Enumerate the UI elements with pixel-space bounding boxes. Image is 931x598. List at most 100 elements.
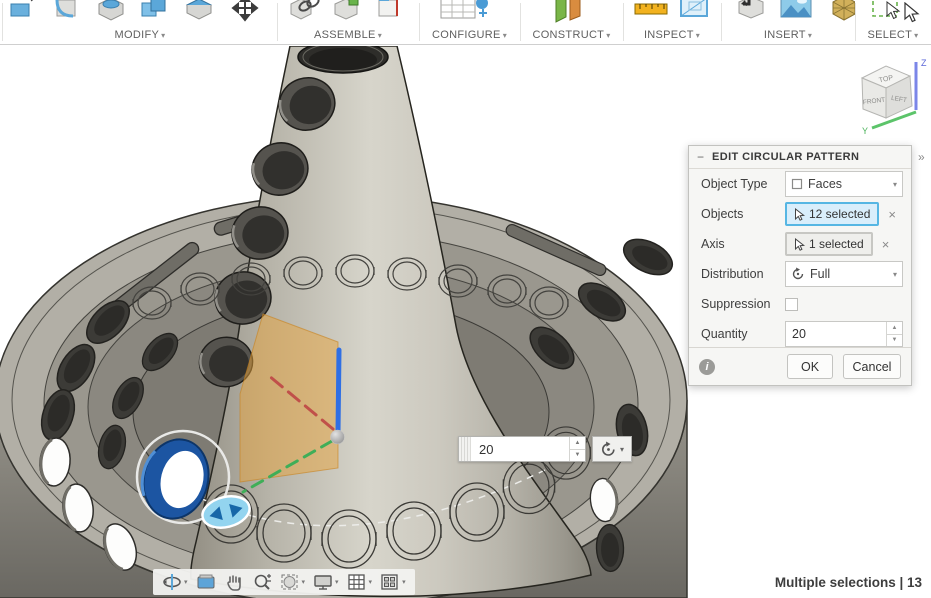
inspect-menu[interactable]: INSPECT▾	[623, 29, 721, 41]
view-cube[interactable]: TOP FRONT LEFT Z Y	[850, 54, 930, 140]
caret-down-icon: ▾	[161, 31, 165, 40]
modify-group-icons	[3, 0, 277, 23]
pan-button[interactable]	[221, 571, 247, 593]
object-type-label: Object Type	[701, 177, 785, 191]
expand-panel-icon[interactable]: »	[918, 150, 925, 164]
caret-down-icon: ▾	[402, 578, 406, 586]
cancel-button[interactable]: Cancel	[843, 354, 901, 379]
distribution-label: Distribution	[701, 267, 785, 281]
rotation-icon	[600, 441, 617, 458]
distribution-row: Distribution Full ▾	[689, 259, 911, 289]
axis-selection-chip[interactable]: 1 selected	[785, 232, 873, 256]
quantity-row: Quantity ▲ ▼	[689, 319, 911, 349]
objects-count: 12 selected	[809, 207, 870, 221]
new-component-icon[interactable]	[327, 0, 371, 23]
fusion-window: MODIFY▾ ASSEMBLE▾ CONFIGURE▾ CONSTRUCT▾	[0, 0, 931, 598]
assemble-menu[interactable]: ASSEMBLE▾	[277, 29, 419, 41]
configure-menu[interactable]: CONFIGURE▾	[419, 29, 520, 41]
objects-row: Objects 12 selected ×	[689, 199, 911, 229]
caret-down-icon: ▾	[808, 31, 812, 40]
suppression-row: Suppression	[689, 289, 911, 319]
construct-menu[interactable]: CONSTRUCT▾	[520, 29, 623, 41]
suppression-label: Suppression	[701, 297, 785, 311]
modify-menu[interactable]: MODIFY▾	[3, 29, 277, 41]
zoom-icon	[252, 573, 272, 591]
cursor-select-icon	[794, 238, 805, 251]
configure-group-icons	[419, 0, 520, 23]
viewports-button[interactable]: ▾	[377, 571, 409, 593]
pattern-axis[interactable]	[338, 350, 339, 432]
move-copy-icon[interactable]	[223, 0, 267, 23]
object-type-dropdown[interactable]: Faces ▾	[785, 171, 903, 197]
z-axis-label: Z	[921, 58, 927, 68]
select-menu[interactable]: SELECT▾	[855, 29, 931, 41]
fillet-icon[interactable]	[47, 0, 91, 23]
quantity-down-arrow[interactable]: ▼	[570, 450, 585, 462]
section-analysis-icon[interactable]	[675, 0, 719, 23]
insert-menu[interactable]: INSERT▾	[721, 29, 855, 41]
quantity-input[interactable]	[786, 322, 886, 346]
selection-status: Multiple selections | 13	[775, 575, 922, 590]
edit-circular-pattern-dialog: − EDIT CIRCULAR PATTERN » Object Type Fa…	[688, 145, 912, 386]
drag-grip[interactable]	[459, 437, 471, 461]
caret-down-icon: ▾	[378, 31, 382, 40]
configure-table-icon[interactable]	[437, 0, 499, 23]
3d-viewport[interactable]: TOP FRONT LEFT Z Y ▲ ▼ ▾	[0, 46, 931, 598]
fit-button[interactable]: ▾	[277, 571, 309, 593]
quantity-spin-up[interactable]: ▲	[887, 322, 902, 335]
object-type-row: Object Type Faces ▾	[689, 169, 911, 199]
rigid-group-icon[interactable]	[371, 0, 411, 23]
insert-derive-icon[interactable]	[729, 0, 775, 23]
distribution-type-button[interactable]: ▾	[592, 436, 632, 462]
display-settings-icon	[313, 573, 333, 591]
axis-label: Axis	[701, 237, 785, 251]
offset-face-icon[interactable]	[179, 0, 223, 23]
orbit-button[interactable]: ▾	[159, 571, 191, 593]
caret-down-icon: ▾	[893, 270, 897, 279]
measure-icon[interactable]	[631, 0, 675, 23]
objects-label: Objects	[701, 207, 785, 221]
cursor-select-icon	[794, 208, 805, 221]
inspect-group-icons	[623, 0, 721, 23]
clear-axis-icon[interactable]: ×	[882, 238, 890, 251]
clear-objects-icon[interactable]: ×	[888, 208, 896, 221]
assemble-group-icons	[277, 0, 419, 23]
quantity-up-arrow[interactable]: ▲	[570, 437, 585, 450]
pan-hand-icon	[224, 573, 244, 591]
quantity-value-input[interactable]	[471, 437, 569, 461]
look-at-button[interactable]	[193, 571, 219, 593]
caret-down-icon: ▾	[184, 578, 188, 586]
combine-icon[interactable]	[135, 0, 179, 23]
insert-group-icons	[721, 0, 855, 23]
dialog-header[interactable]: − EDIT CIRCULAR PATTERN	[689, 146, 911, 169]
grid-layout-button[interactable]: ▾	[344, 571, 376, 593]
origin-point	[331, 430, 345, 444]
joint-icon[interactable]	[283, 0, 327, 23]
caret-down-icon: ▾	[620, 445, 624, 454]
distribution-value: Full	[810, 267, 830, 281]
faces-icon	[791, 178, 803, 190]
orbit-icon	[162, 573, 182, 591]
construct-plane-icon[interactable]	[548, 0, 596, 23]
dialog-title: EDIT CIRCULAR PATTERN	[712, 151, 859, 163]
caret-down-icon: ▾	[369, 578, 373, 586]
press-pull-icon[interactable]	[3, 0, 47, 23]
viewports-icon	[380, 573, 400, 591]
quantity-field[interactable]: ▲ ▼	[785, 321, 903, 347]
zoom-button[interactable]	[249, 571, 275, 593]
caret-down-icon: ▾	[503, 31, 507, 40]
insert-mesh-icon[interactable]	[821, 0, 855, 23]
shell-icon[interactable]	[91, 0, 135, 23]
info-icon[interactable]: i	[699, 359, 715, 375]
y-axis-label: Y	[862, 126, 868, 136]
suppression-checkbox[interactable]	[785, 298, 798, 311]
quantity-spin-down[interactable]: ▼	[887, 335, 902, 347]
collapse-icon[interactable]: −	[697, 150, 704, 164]
ok-button[interactable]: OK	[787, 354, 833, 379]
display-settings-button[interactable]: ▾	[310, 571, 342, 593]
distribution-dropdown[interactable]: Full ▾	[785, 261, 903, 287]
caret-down-icon: ▾	[335, 578, 339, 586]
canvas-icon[interactable]	[775, 0, 821, 23]
pattern-quantity-floating-input[interactable]: ▲ ▼	[458, 436, 586, 462]
objects-selection-chip[interactable]: 12 selected	[785, 202, 879, 226]
